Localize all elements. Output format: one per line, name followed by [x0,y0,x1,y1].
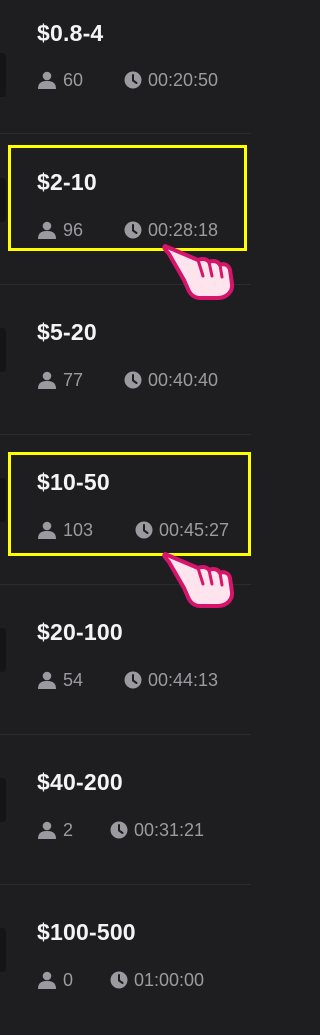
player-count: 60 [37,69,83,91]
clock-icon [124,71,142,89]
player-count-value: 96 [63,219,84,240]
divider [0,133,251,134]
elapsed-time-value: 00:40:40 [148,369,219,390]
clock-icon [124,671,142,689]
clock-icon [124,371,142,389]
player-count: 96 [37,219,83,241]
row-edge [0,628,6,672]
player-count: 103 [37,519,93,541]
elapsed-time-value: 00:31:21 [134,819,205,840]
stake-label: $2-10 [37,169,97,195]
elapsed-time-value: 00:44:13 [148,669,219,690]
person-icon [38,821,56,839]
elapsed-time-value: 00:45:27 [159,519,230,540]
row-edge [0,478,6,522]
player-count-value: 103 [63,519,94,540]
row-edge [0,53,6,97]
clock-icon [124,221,142,239]
clock-icon [135,521,153,539]
elapsed-time: 00:28:18 [124,219,218,241]
elapsed-time: 00:40:40 [124,369,218,391]
stake-label: $100-500 [37,919,136,945]
elapsed-time: 01:00:00 [110,969,204,991]
stakes-list: $0.8-4 60 00:20:50 $2-10 96 00:28:18 $5-… [0,0,251,1024]
person-icon [38,671,56,689]
elapsed-time: 00:45:27 [135,519,229,541]
elapsed-time-value: 00:28:18 [148,219,219,240]
elapsed-time: 00:44:13 [124,669,218,691]
pointing-hand-icon [162,244,235,300]
elapsed-time-value: 00:20:50 [148,69,219,90]
player-count: 54 [37,669,83,691]
stake-label: $20-100 [37,619,123,645]
player-count-value: 0 [63,969,74,990]
stake-label: $40-200 [37,769,123,795]
player-count: 0 [37,969,73,991]
person-icon [38,971,56,989]
table-row[interactable]: $100-500 0 01:00:00 [0,885,251,1035]
player-count-value: 2 [63,819,74,840]
person-icon [38,371,56,389]
player-count-value: 60 [63,69,84,90]
person-icon [38,521,56,539]
row-edge [0,178,6,222]
stake-label: $10-50 [37,469,110,495]
elapsed-time: 00:31:21 [110,819,204,841]
table-row[interactable]: $0.8-4 60 00:20:50 [0,0,251,150]
person-icon [38,71,56,89]
player-count-value: 54 [63,669,84,690]
elapsed-time-value: 01:00:00 [134,969,205,990]
stake-label: $5-20 [37,319,97,345]
player-count-value: 77 [63,369,84,390]
elapsed-time: 00:20:50 [124,69,218,91]
pointing-hand-icon [162,552,235,608]
player-count: 77 [37,369,83,391]
clock-icon [110,971,128,989]
stake-label: $0.8-4 [37,20,104,46]
player-count: 2 [37,819,73,841]
table-row[interactable]: $5-20 77 00:40:40 [0,285,251,435]
row-edge [0,328,6,372]
person-icon [38,221,56,239]
row-edge [0,928,6,972]
table-row[interactable]: $40-200 2 00:31:21 [0,735,251,885]
clock-icon [110,821,128,839]
row-edge [0,778,6,822]
